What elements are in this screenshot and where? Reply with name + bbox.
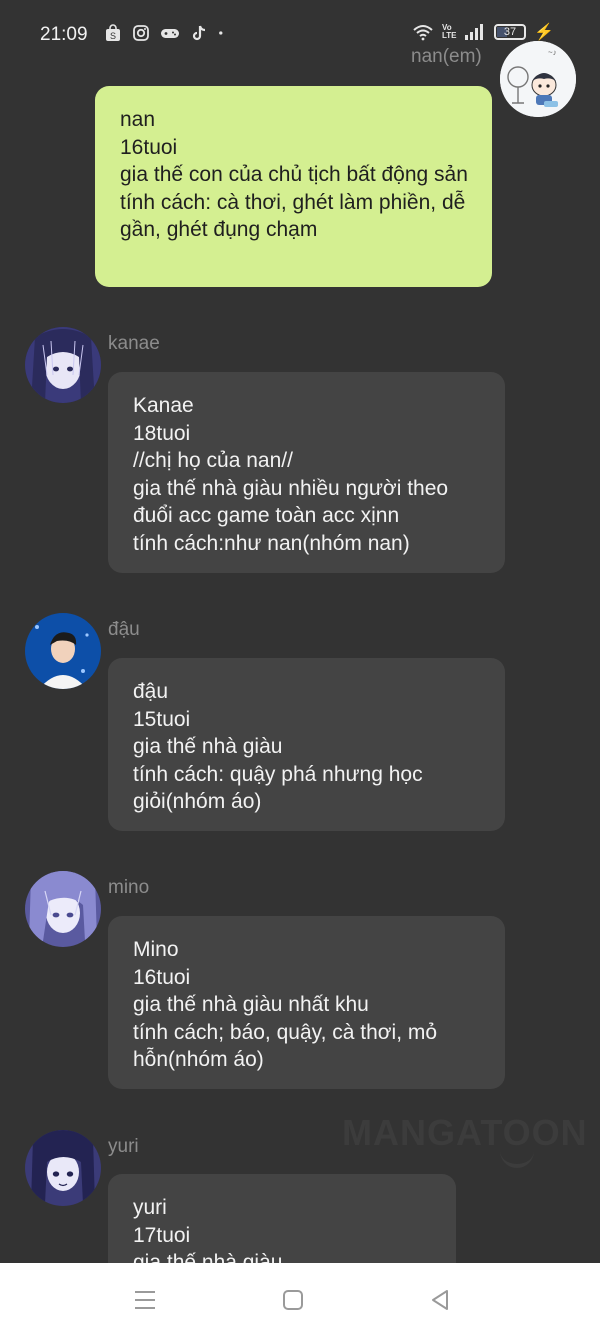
message-bubble[interactable]: đậu 15tuoi gia thế nhà giàu tính cách: q… bbox=[108, 658, 505, 831]
back-button[interactable] bbox=[400, 1263, 480, 1337]
svg-text:~♪: ~♪ bbox=[548, 48, 557, 57]
avatar[interactable]: ~♪ bbox=[500, 41, 576, 117]
sender-name: nan(em) bbox=[411, 46, 482, 67]
sender-name: kanae bbox=[108, 333, 160, 354]
sender-name: yuri bbox=[108, 1136, 139, 1157]
signal-icon bbox=[465, 24, 483, 40]
sender-name: mino bbox=[108, 877, 150, 898]
battery-level: 37 bbox=[503, 26, 517, 38]
menu-icon bbox=[135, 1291, 155, 1309]
mangatoon-watermark: MANGATOON bbox=[342, 1112, 588, 1153]
avatar-anime-image bbox=[25, 871, 101, 947]
charging-icon: ⚡ bbox=[534, 24, 554, 41]
avatar[interactable] bbox=[25, 327, 101, 403]
wifi-icon bbox=[413, 25, 433, 41]
home-button[interactable] bbox=[253, 1263, 333, 1337]
system-icons: Vo LTE 37 ⚡ bbox=[412, 22, 554, 42]
message-bubble[interactable]: Mino 16tuoi gia thế nhà giàu nhất khu tí… bbox=[108, 916, 505, 1089]
battery-indicator: 37 bbox=[494, 24, 526, 40]
dot-icon bbox=[219, 31, 223, 35]
avatar[interactable] bbox=[25, 613, 101, 689]
tiktok-icon bbox=[192, 25, 206, 41]
avatar[interactable] bbox=[25, 1130, 101, 1206]
navigation-bar bbox=[0, 1263, 600, 1337]
avatar-photo-image bbox=[25, 613, 101, 689]
svg-text:S: S bbox=[110, 31, 116, 41]
status-time: 21:09 bbox=[40, 24, 88, 45]
gamepad-icon bbox=[161, 29, 179, 38]
menu-button[interactable] bbox=[105, 1263, 185, 1337]
instagram-icon bbox=[133, 25, 149, 41]
back-triangle-icon bbox=[432, 1290, 448, 1310]
avatar-anime-image bbox=[25, 327, 101, 403]
avatar[interactable] bbox=[25, 871, 101, 947]
avatar-anime-image bbox=[25, 1130, 101, 1206]
message-bubble[interactable]: Kanae 18tuoi //chị họ của nan// gia thế … bbox=[108, 372, 505, 573]
watermark-smile bbox=[500, 1148, 534, 1168]
avatar-chibi-image: ~♪ bbox=[500, 41, 576, 117]
sender-name: đậu bbox=[108, 619, 140, 640]
home-square-icon bbox=[283, 1290, 303, 1310]
message-bubble[interactable]: nan 16tuoi gia thế con của chủ tịch bất … bbox=[95, 86, 492, 287]
volte-label: Vo LTE bbox=[442, 23, 457, 40]
notification-icons: S bbox=[104, 24, 228, 42]
shopee-icon: S bbox=[106, 24, 120, 41]
